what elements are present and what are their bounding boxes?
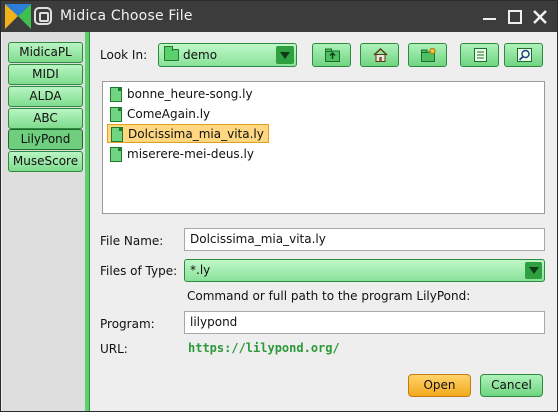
file-name: Dolcissima_mia_vita.ly xyxy=(128,127,264,141)
tab-alda[interactable]: ALDA xyxy=(8,86,83,107)
url-link[interactable]: https://lilypond.org/ xyxy=(188,341,340,355)
tab-musescore[interactable]: MuseScore xyxy=(8,151,83,172)
chevron-down-icon[interactable] xyxy=(525,262,542,279)
minimize-button[interactable] xyxy=(479,6,501,28)
window-title: Midica Choose File xyxy=(60,8,193,24)
program-label: Program: xyxy=(100,317,155,331)
list-item[interactable]: bonne_heure-song.ly xyxy=(107,85,257,104)
window-menu-icon[interactable] xyxy=(34,7,52,25)
look-in-label: Look In: xyxy=(100,48,148,62)
url-label: URL: xyxy=(100,342,128,356)
open-button[interactable]: Open xyxy=(408,374,471,397)
details-view-button[interactable] xyxy=(504,43,543,67)
file-type-value: *.ly xyxy=(190,263,211,277)
home-icon xyxy=(373,48,388,62)
file-name: ComeAgain.ly xyxy=(127,107,211,121)
folder-icon xyxy=(164,46,179,61)
format-tab-strip: MidicaPL MIDI ALDA ABC LilyPond MuseScor… xyxy=(2,32,86,411)
tab-abc[interactable]: ABC xyxy=(8,108,83,129)
cancel-button[interactable]: Cancel xyxy=(480,374,543,397)
up-folder-icon xyxy=(325,48,340,62)
close-icon xyxy=(533,10,547,24)
look-in-value: demo xyxy=(183,48,218,62)
tab-midicapl[interactable]: MidicaPL xyxy=(8,42,83,63)
tab-divider-edge xyxy=(89,32,90,411)
midica-logo-icon xyxy=(5,4,31,29)
file-name-field[interactable]: Dolcissima_mia_vita.ly xyxy=(184,228,545,251)
maximize-button[interactable] xyxy=(504,6,526,28)
list-item[interactable]: ComeAgain.ly xyxy=(107,105,214,124)
list-view-button[interactable] xyxy=(460,43,499,67)
file-type-select[interactable]: *.ly xyxy=(184,259,545,282)
file-icon xyxy=(110,87,122,102)
file-name: miserere-mei-deus.ly xyxy=(127,147,254,161)
look-in-combo[interactable]: demo xyxy=(158,43,297,67)
list-item-selected[interactable]: Dolcissima_mia_vita.ly xyxy=(107,124,269,143)
close-button[interactable] xyxy=(529,6,551,28)
file-list[interactable]: bonne_heure-song.ly ComeAgain.ly Dolciss… xyxy=(102,81,545,214)
list-view-icon xyxy=(474,48,487,62)
file-name: bonne_heure-song.ly xyxy=(127,87,253,101)
program-field[interactable]: lilypond xyxy=(184,311,545,334)
tab-lilypond[interactable]: LilyPond xyxy=(8,129,83,150)
up-folder-button[interactable] xyxy=(312,43,351,67)
list-item[interactable]: miserere-mei-deus.ly xyxy=(107,145,258,164)
new-folder-button[interactable] xyxy=(408,43,447,67)
command-hint: Command or full path to the program Lily… xyxy=(187,289,471,303)
details-view-icon xyxy=(517,48,532,62)
choose-file-dialog: Midica Choose File MidicaPL MIDI ALDA AB… xyxy=(0,0,558,412)
file-name-label: File Name: xyxy=(100,234,164,248)
file-icon xyxy=(110,107,122,122)
file-icon xyxy=(110,147,122,162)
tab-midi[interactable]: MIDI xyxy=(8,64,83,85)
title-bar[interactable]: Midica Choose File xyxy=(1,1,557,32)
chevron-down-icon[interactable] xyxy=(276,46,294,64)
file-type-label: Files of Type: xyxy=(100,264,178,278)
file-icon xyxy=(111,127,123,142)
new-folder-icon xyxy=(421,48,436,62)
home-button[interactable] xyxy=(360,43,399,67)
